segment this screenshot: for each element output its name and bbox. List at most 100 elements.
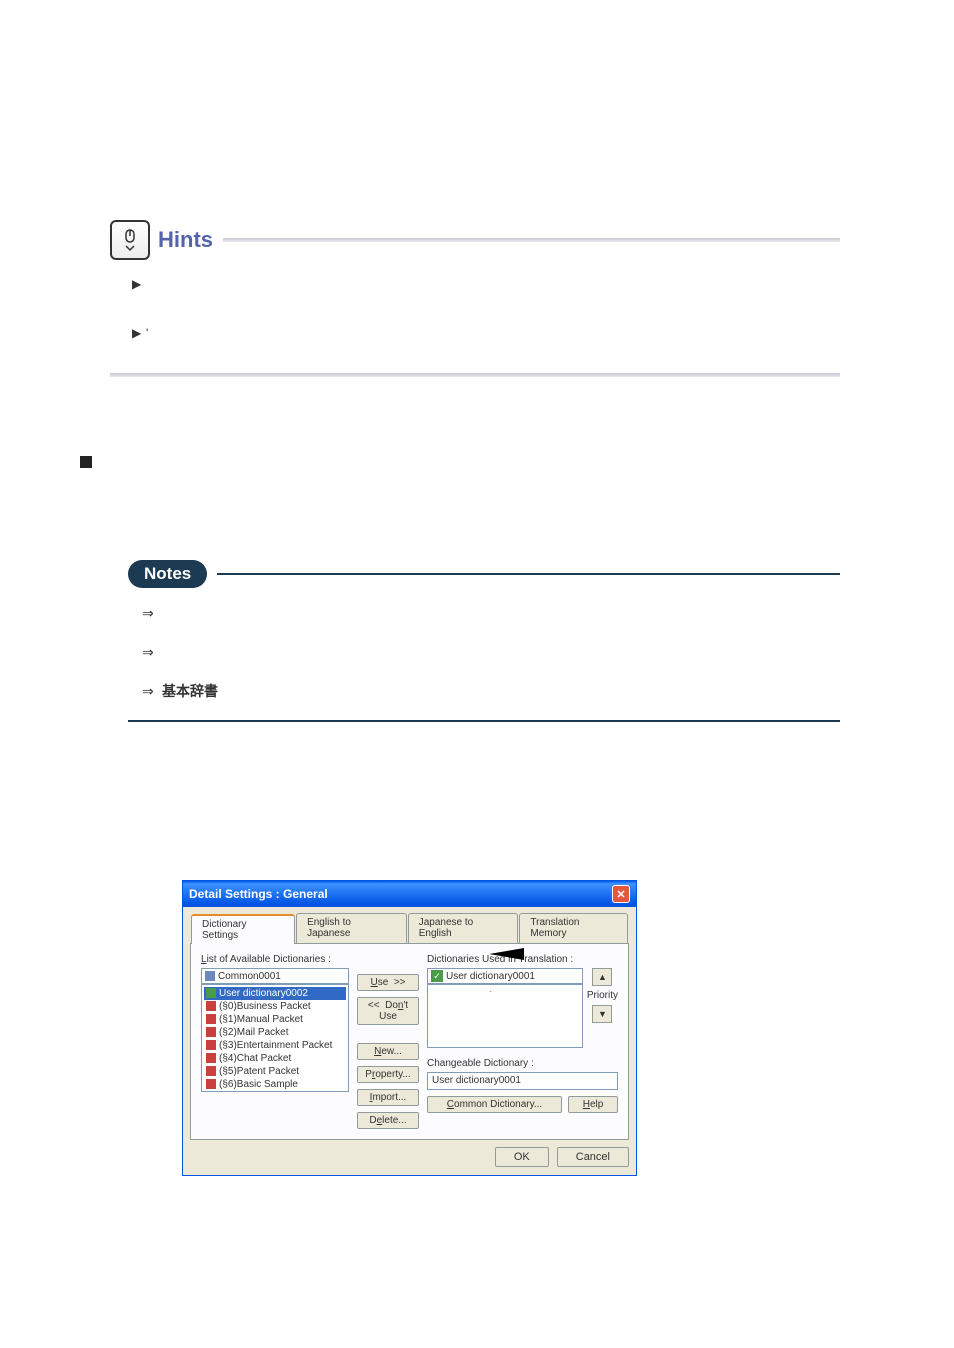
callout-arrow-icon bbox=[489, 948, 524, 960]
bullet-icon: ▶ bbox=[132, 324, 146, 343]
note-item: ⇒ bbox=[142, 603, 840, 624]
list-item-label: (§5)Patent Packet bbox=[219, 1066, 299, 1077]
close-icon: ✕ bbox=[616, 888, 625, 901]
used-row: ✓ User dictionary0001 · ▲ Priority ▼ bbox=[427, 968, 618, 1048]
dialog-bottom-buttons: OK Cancel bbox=[183, 1147, 636, 1175]
available-dictionaries-list[interactable]: User dictionary0002 (§0)Business Packet … bbox=[201, 984, 349, 1092]
list-item-label: (§6)Basic Sample bbox=[219, 1079, 298, 1090]
panel-columns: LList of Available Dictionaries :ist of … bbox=[201, 954, 618, 1129]
caret-icon: · bbox=[490, 987, 493, 996]
notes-section: Notes ⇒ ⇒ ⇒ 基本辞書 bbox=[128, 560, 840, 722]
arrow-icon: ⇒ bbox=[142, 642, 162, 663]
list-item[interactable]: (§7)Patent Procedure Packet bbox=[204, 1091, 346, 1092]
changeable-dictionary-field[interactable]: User dictionary0001 bbox=[427, 1072, 618, 1090]
notes-header: Notes bbox=[128, 560, 840, 588]
hints-section: Hints ▶ ▶ ' bbox=[110, 220, 840, 377]
ok-button[interactable]: OK bbox=[495, 1147, 549, 1167]
list-item[interactable]: (§2)Mail Packet bbox=[204, 1026, 346, 1039]
dictionary-icon bbox=[206, 1066, 216, 1076]
notes-title: Notes bbox=[128, 560, 207, 588]
spacer bbox=[427, 1048, 618, 1058]
list-item-label: (§3)Entertainment Packet bbox=[219, 1040, 332, 1051]
right-bottom-buttons: Common Dictionary... Help bbox=[427, 1096, 618, 1113]
mouse-down-icon bbox=[118, 228, 142, 252]
notes-divider bbox=[217, 573, 840, 575]
list-item[interactable]: (§0)Business Packet bbox=[204, 1000, 346, 1013]
list-item[interactable]: (§6)Basic Sample bbox=[204, 1078, 346, 1091]
dictionary-icon bbox=[206, 1014, 216, 1024]
close-button[interactable]: ✕ bbox=[612, 885, 630, 903]
list-item-label: (§0)Business Packet bbox=[219, 1001, 311, 1012]
hint-text: ' bbox=[146, 324, 148, 343]
cancel-button[interactable]: Cancel bbox=[557, 1147, 629, 1167]
used-dictionaries-empty-area[interactable]: · bbox=[427, 984, 583, 1048]
spacer bbox=[357, 1031, 419, 1037]
note-item: ⇒ 基本辞書 bbox=[142, 681, 840, 702]
chevron-up-icon: ▲ bbox=[598, 972, 607, 982]
spacer bbox=[357, 954, 419, 968]
note-text: 基本辞書 bbox=[162, 681, 218, 702]
hints-icon bbox=[110, 220, 150, 260]
middle-column: Use >> << Don't Use New... Property... I… bbox=[357, 954, 419, 1129]
arrow-icon: ⇒ bbox=[142, 603, 162, 624]
list-item-label: (§1)Manual Packet bbox=[219, 1014, 303, 1025]
list-item[interactable]: (§1)Manual Packet bbox=[204, 1013, 346, 1026]
dictionary-icon bbox=[206, 1053, 216, 1063]
tab-panel: LList of Available Dictionaries :ist of … bbox=[190, 943, 629, 1140]
priority-up-button[interactable]: ▲ bbox=[592, 968, 612, 986]
check-icon: ✓ bbox=[431, 970, 443, 982]
use-button[interactable]: Use >> bbox=[357, 974, 419, 991]
detail-settings-dialog: Detail Settings : General ✕ Dictionary S… bbox=[182, 880, 637, 1176]
dictionary-icon bbox=[206, 1027, 216, 1037]
list-item-label: User dictionary0002 bbox=[219, 988, 308, 999]
property-button[interactable]: Property... bbox=[357, 1066, 419, 1083]
hints-divider-bottom bbox=[110, 373, 840, 377]
hint-item: ▶ ' bbox=[132, 324, 840, 343]
hints-body: ▶ ▶ ' bbox=[110, 275, 840, 343]
hints-divider bbox=[223, 238, 840, 242]
dictionary-icon bbox=[206, 1079, 216, 1089]
list-item-label: User dictionary0001 bbox=[446, 971, 535, 982]
list-item[interactable]: User dictionary0002 bbox=[204, 987, 346, 1000]
dialog-title: Detail Settings : General bbox=[189, 887, 328, 901]
common-dictionary-button[interactable]: Common Dictionary... bbox=[427, 1096, 562, 1113]
hints-title: Hints bbox=[158, 227, 213, 253]
list-item-label: (§4)Chat Packet bbox=[219, 1053, 291, 1064]
list-item[interactable]: (§4)Chat Packet bbox=[204, 1052, 346, 1065]
notes-body: ⇒ ⇒ ⇒ 基本辞書 bbox=[128, 603, 840, 702]
notes-divider-bottom bbox=[128, 720, 840, 722]
list-item-label: (§2)Mail Packet bbox=[219, 1027, 288, 1038]
tab-dictionary-settings[interactable]: Dictionary Settings bbox=[191, 914, 295, 944]
priority-controls: ▲ Priority ▼ bbox=[587, 968, 618, 1048]
tab-row: Dictionary Settings English to Japanese … bbox=[183, 907, 636, 943]
list-item[interactable]: (§3)Entertainment Packet bbox=[204, 1039, 346, 1052]
list-item-label: Common0001 bbox=[218, 971, 281, 982]
dictionary-icon bbox=[206, 988, 216, 998]
priority-label: Priority bbox=[587, 990, 618, 1001]
help-button[interactable]: Help bbox=[568, 1096, 618, 1113]
changeable-dictionary-label: Changeable Dictionary : bbox=[427, 1058, 618, 1069]
dictionary-icon bbox=[206, 1001, 216, 1011]
arrow-icon: ⇒ bbox=[142, 681, 162, 702]
tab-english-to-japanese[interactable]: English to Japanese bbox=[296, 913, 407, 943]
dont-use-button[interactable]: << Don't Use bbox=[357, 997, 419, 1025]
priority-down-button[interactable]: ▼ bbox=[592, 1005, 612, 1023]
note-item: ⇒ bbox=[142, 642, 840, 663]
delete-button[interactable]: Delete... bbox=[357, 1112, 419, 1129]
section-square-bullet bbox=[80, 456, 92, 468]
dictionary-icon bbox=[206, 1040, 216, 1050]
titlebar[interactable]: Detail Settings : General ✕ bbox=[183, 881, 636, 907]
import-button[interactable]: Import... bbox=[357, 1089, 419, 1106]
available-top-listbox[interactable]: Common0001 bbox=[201, 968, 349, 984]
left-column: LList of Available Dictionaries :ist of … bbox=[201, 954, 349, 1129]
dialog-container: Detail Settings : General ✕ Dictionary S… bbox=[182, 880, 637, 1176]
new-button[interactable]: New... bbox=[357, 1043, 419, 1060]
chevron-down-icon: ▼ bbox=[598, 1009, 607, 1019]
bullet-icon: ▶ bbox=[132, 275, 146, 294]
tab-japanese-to-english[interactable]: Japanese to English bbox=[408, 913, 519, 943]
list-item[interactable]: (§5)Patent Packet bbox=[204, 1065, 346, 1078]
available-dictionaries-label: LList of Available Dictionaries :ist of … bbox=[201, 954, 349, 965]
tab-translation-memory[interactable]: Translation Memory bbox=[519, 913, 628, 943]
hints-header: Hints bbox=[110, 220, 840, 260]
used-dictionaries-list[interactable]: ✓ User dictionary0001 bbox=[427, 968, 583, 984]
